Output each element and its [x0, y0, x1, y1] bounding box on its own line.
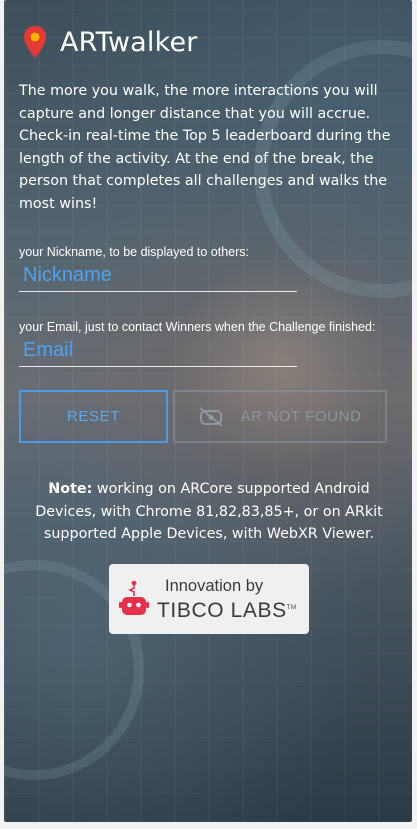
email-input[interactable]: [19, 335, 297, 367]
reset-button[interactable]: RESET: [19, 390, 168, 443]
compatibility-note: Note: working on ARCore supported Androi…: [24, 478, 394, 546]
ar-not-found-button[interactable]: AR NOT FOUND: [173, 390, 387, 443]
app-header: ARTwalker: [22, 22, 198, 62]
nickname-input[interactable]: [19, 260, 297, 292]
badge-brand-name: TIBCO LABS: [157, 598, 287, 622]
tibco-labs-badge[interactable]: Innovation by TIBCO LABSTM: [109, 564, 309, 634]
badge-brand: TIBCO LABSTM: [157, 596, 297, 623]
badge-text: Innovation by TIBCO LABSTM: [157, 576, 297, 623]
intro-description: The more you walk, the more interactions…: [19, 83, 391, 212]
eye-off-icon: [199, 406, 224, 427]
reset-button-label: RESET: [66, 408, 120, 425]
app-screen: ARTwalker The more you walk, the more in…: [4, 0, 412, 822]
ar-not-found-label: AR NOT FOUND: [240, 408, 362, 425]
email-label: your Email, just to contact Winners when…: [19, 320, 376, 334]
robot-icon: [119, 580, 149, 615]
app-title: ARTwalker: [60, 26, 198, 58]
note-bold-prefix: Note:: [48, 481, 93, 497]
badge-tagline: Innovation by: [165, 576, 264, 595]
nickname-label: your Nickname, to be displayed to others…: [19, 245, 249, 259]
badge-trademark: TM: [286, 604, 297, 611]
map-pin-icon: [24, 26, 46, 58]
